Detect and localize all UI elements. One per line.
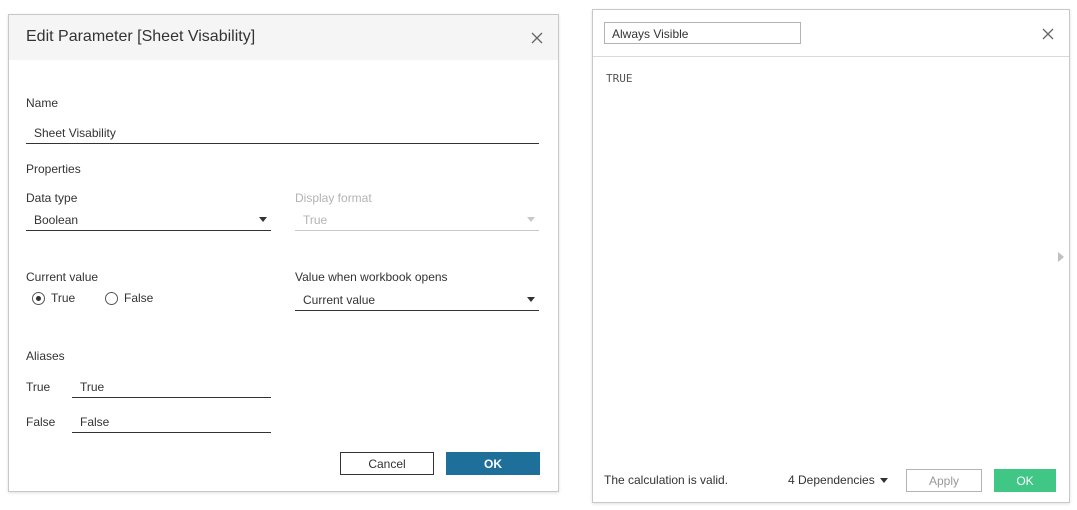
properties-heading: Properties [26,162,81,176]
radio-false[interactable]: False [105,291,153,305]
radio-false-label: False [124,291,154,305]
data-type-value: Boolean [34,213,79,227]
radio-true-label: True [51,291,76,305]
divider [593,56,1069,57]
chevron-down-icon [527,217,535,222]
calculation-name-input[interactable]: Always Visible [604,22,801,44]
chevron-down-icon [259,217,267,222]
cancel-button[interactable]: Cancel [340,452,434,475]
dialog-titlebar: Edit Parameter [Sheet Visability] [9,15,558,60]
alias-false-input[interactable]: False [72,411,271,433]
chevron-down-icon [879,477,888,483]
close-icon[interactable] [529,30,545,46]
name-label: Name [26,96,59,110]
data-type-select[interactable]: Boolean [26,209,271,231]
display-format-value: True [303,213,328,227]
dialog-title: Edit Parameter [Sheet Visability] [26,28,256,45]
dependencies-label: 4 Dependencies [788,473,875,487]
chevron-down-icon [527,297,535,302]
alias-true-label: True [26,380,51,394]
display-format-label: Display format [295,191,372,205]
current-value-label: Current value [26,270,99,284]
radio-selected-icon [32,291,45,305]
alias-false-value: False [80,415,110,429]
data-type-label: Data type [26,191,78,205]
alias-false-label: False [26,415,56,429]
name-input[interactable]: Sheet Visability [26,122,539,144]
workbook-opens-value: Current value [303,293,376,307]
ok-button[interactable]: OK [446,452,540,475]
triangle-right-icon[interactable] [1058,252,1064,262]
calculation-editor-dialog: Always Visible TRUE The calculation is v… [592,9,1070,503]
ok-button[interactable]: OK [994,469,1056,492]
workbook-opens-select[interactable]: Current value [295,289,539,311]
radio-unselected-icon [105,291,118,305]
alias-true-input[interactable]: True [72,376,271,398]
validation-status: The calculation is valid. [604,473,729,487]
close-icon[interactable] [1040,26,1056,42]
edit-parameter-dialog: Edit Parameter [Sheet Visability] Name S… [8,14,559,492]
radio-true[interactable]: True [32,291,75,305]
dependencies-dropdown[interactable]: 4 Dependencies [788,473,888,487]
workbook-opens-label: Value when workbook opens [295,270,448,284]
name-input-value: Sheet Visability [34,126,116,140]
apply-button[interactable]: Apply [906,469,982,492]
alias-true-value: True [80,380,105,394]
formula-editor[interactable]: TRUE [606,72,633,85]
display-format-select: True [295,209,539,231]
aliases-heading: Aliases [26,349,65,363]
